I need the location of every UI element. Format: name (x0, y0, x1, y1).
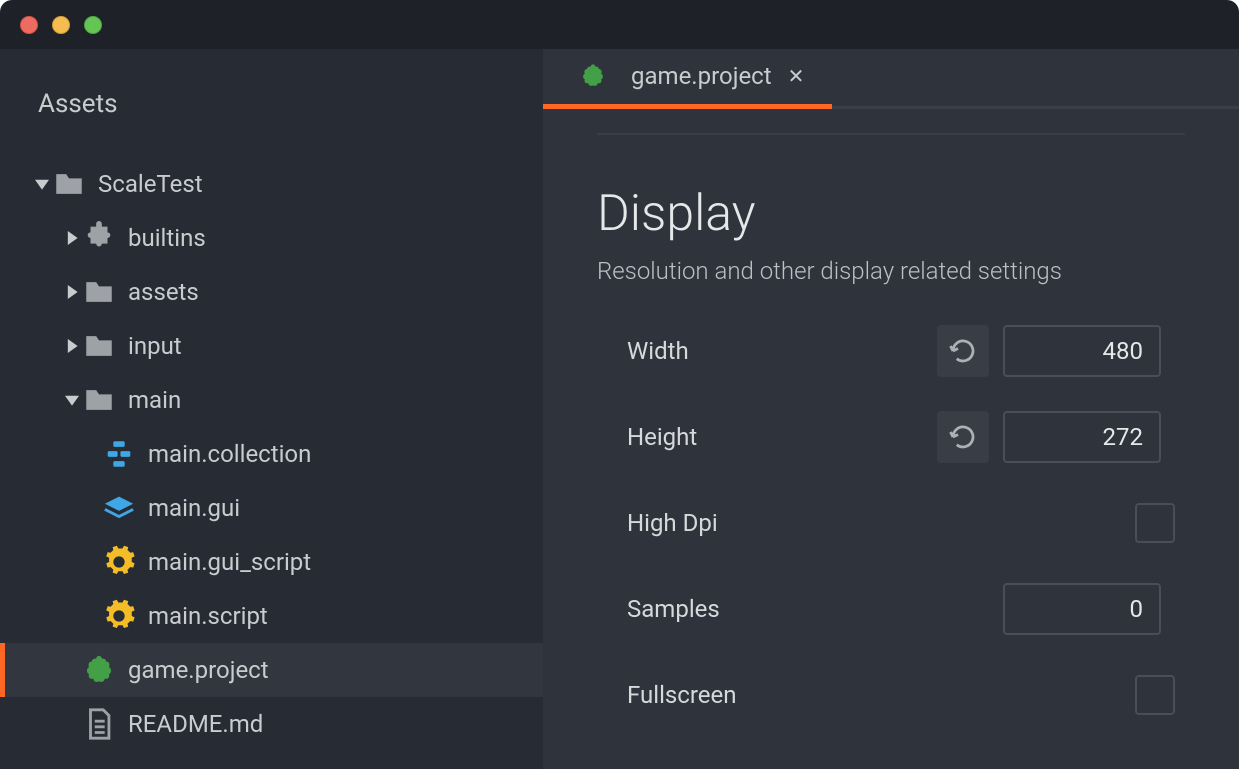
project-icon (82, 653, 116, 687)
tree-item-label: assets (128, 278, 199, 306)
tree-item-game-project[interactable]: game.project (0, 643, 543, 697)
folder-icon (82, 383, 116, 417)
tree-item-input[interactable]: input (0, 319, 543, 373)
undo-icon (948, 336, 978, 366)
tree-item-label: main (128, 386, 181, 414)
undo-icon (948, 422, 978, 452)
height-input[interactable] (1003, 411, 1161, 463)
field-label: Width (627, 337, 937, 365)
chevron-down-icon[interactable] (32, 177, 52, 191)
tab-active-indicator (543, 104, 832, 109)
gui-icon (102, 491, 136, 525)
window-close-button[interactable] (20, 16, 38, 34)
fullscreen-checkbox[interactable] (1135, 675, 1175, 715)
field-samples: Samples (597, 583, 1185, 635)
tree-item-readme[interactable]: README.md (0, 697, 543, 751)
section-subtitle: Resolution and other display related set… (597, 257, 1185, 285)
tab-label: game.project (631, 62, 772, 90)
field-height: Height (597, 411, 1185, 463)
close-icon[interactable]: ✕ (784, 60, 809, 92)
chevron-right-icon[interactable] (62, 339, 82, 353)
tree-item-label: main.gui_script (148, 548, 311, 576)
field-high-dpi: High Dpi (597, 497, 1185, 549)
cog-icon (102, 545, 136, 579)
cog-icon (102, 599, 136, 633)
section-divider (597, 133, 1185, 135)
tree-item-scaletest[interactable]: ScaleTest (0, 157, 543, 211)
reset-button[interactable] (937, 411, 989, 463)
tree-item-main[interactable]: main (0, 373, 543, 427)
project-icon (579, 62, 607, 90)
tree-item-label: ScaleTest (98, 170, 203, 198)
window-minimize-button[interactable] (52, 16, 70, 34)
field-width: Width (597, 325, 1185, 377)
tree-item-main-script[interactable]: main.script (0, 589, 543, 643)
field-label: High Dpi (627, 509, 937, 537)
assets-panel: Assets ScaleTest builtins assets (0, 49, 543, 769)
window-zoom-button[interactable] (84, 16, 102, 34)
folder-icon (82, 329, 116, 363)
field-fullscreen: Fullscreen (597, 669, 1185, 721)
tree-item-label: main.script (148, 602, 268, 630)
reset-button[interactable] (937, 325, 989, 377)
folder-icon (82, 275, 116, 309)
section-title: Display (597, 185, 1185, 243)
tree-item-label: builtins (128, 224, 206, 252)
puzzle-icon (82, 221, 116, 255)
tree-item-label: main.collection (148, 440, 311, 468)
width-input[interactable] (1003, 325, 1161, 377)
tree-item-label: main.gui (148, 494, 240, 522)
assets-panel-title: Assets (0, 49, 543, 157)
tab-bar: game.project ✕ (543, 49, 1239, 109)
chevron-down-icon[interactable] (62, 393, 82, 407)
editor-panel: game.project ✕ Display Resolution and ot… (543, 49, 1239, 769)
tree-item-main-gui-script[interactable]: main.gui_script (0, 535, 543, 589)
high-dpi-checkbox[interactable] (1135, 503, 1175, 543)
tree-item-main-gui[interactable]: main.gui (0, 481, 543, 535)
tree-item-builtins[interactable]: builtins (0, 211, 543, 265)
tree-item-label: README.md (128, 710, 263, 738)
tab-game-project[interactable]: game.project ✕ (573, 46, 826, 106)
asset-tree: ScaleTest builtins assets input (0, 157, 543, 751)
chevron-right-icon[interactable] (62, 285, 82, 299)
tree-item-assets[interactable]: assets (0, 265, 543, 319)
tree-item-label: game.project (128, 656, 269, 684)
field-label: Height (627, 423, 937, 451)
tree-item-label: input (128, 332, 182, 360)
tree-item-main-collection[interactable]: main.collection (0, 427, 543, 481)
field-label: Fullscreen (627, 681, 937, 709)
collection-icon (102, 437, 136, 471)
samples-input[interactable] (1003, 583, 1161, 635)
chevron-right-icon[interactable] (62, 231, 82, 245)
field-label: Samples (627, 595, 937, 623)
window-titlebar (0, 0, 1239, 49)
folder-icon (52, 167, 86, 201)
document-icon (82, 707, 116, 741)
